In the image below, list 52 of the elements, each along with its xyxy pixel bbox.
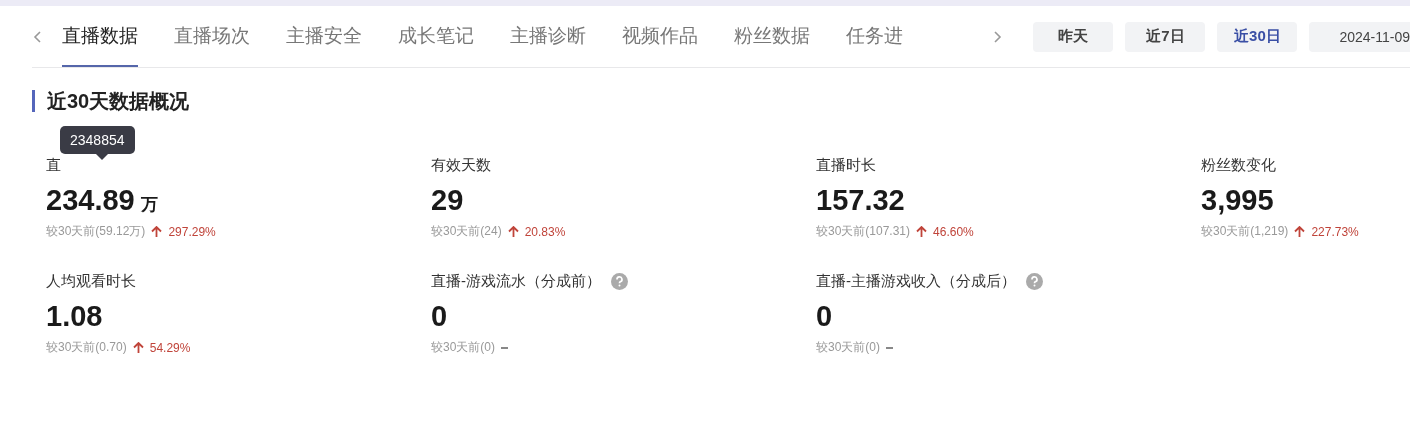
range-button[interactable]: 近7日	[1125, 21, 1206, 52]
chevron-right-icon[interactable]	[991, 28, 1004, 45]
metric-value: 1.08	[46, 300, 103, 333]
range-button[interactable]: 近30日	[1217, 21, 1298, 52]
change-percent: 46.60%	[933, 224, 974, 239]
change-percent: 227.73%	[1311, 224, 1359, 239]
metric-value: 157.32	[816, 184, 905, 217]
tab[interactable]: 成长笔记	[398, 6, 474, 67]
tab[interactable]: 主播安全	[286, 6, 362, 67]
arrow-up-icon	[132, 341, 144, 354]
metric-label: 直播时长	[816, 155, 876, 175]
tab[interactable]: 视频作品	[622, 6, 698, 67]
no-change-dash	[886, 346, 893, 349]
metric-label: 直播-主播游戏收入（分成后）	[816, 271, 1016, 291]
change-percent: 54.29%	[149, 340, 191, 355]
change-percent: 20.83%	[524, 224, 566, 239]
metric-value: 234.89	[46, 184, 135, 217]
metric-value: 29	[431, 184, 464, 217]
compare-text: 较30天前(59.12万)	[46, 223, 146, 240]
change-percent: 297.29%	[168, 224, 216, 239]
metric-label: 人均观看时长	[46, 271, 136, 291]
metric-label: 直播-游戏流水（分成前）	[431, 271, 601, 291]
help-icon[interactable]	[1026, 272, 1043, 290]
section-title: 近30天数据概况	[32, 90, 190, 112]
metric-label: 有效天数	[431, 155, 491, 175]
arrow-up-icon	[507, 225, 519, 238]
arrow-up-icon	[1294, 225, 1306, 238]
metric-value: 0	[431, 300, 448, 333]
tab[interactable]: 主播诊断	[510, 6, 586, 67]
no-change-dash	[501, 346, 508, 349]
compare-text: 较30天前(0.70)	[46, 339, 127, 356]
arrow-up-icon	[916, 225, 928, 238]
compare-text: 较30天前(0)	[816, 339, 880, 356]
chevron-left-icon[interactable]	[32, 28, 44, 45]
help-icon[interactable]	[611, 272, 628, 290]
tab[interactable]: 直播场次	[174, 6, 250, 67]
compare-text: 较30天前(0)	[431, 339, 495, 356]
range-button[interactable]: 昨天	[1033, 21, 1114, 52]
value-tooltip: 2348854	[60, 126, 135, 160]
tab[interactable]: 粉丝数据	[734, 6, 810, 67]
tab[interactable]: 任务进	[846, 6, 903, 67]
compare-text: 较30天前(107.31)	[816, 223, 911, 240]
compare-text: 较30天前(1,219)	[1201, 223, 1289, 240]
tab[interactable]: 直播数据	[62, 6, 138, 67]
metric-value: 0	[816, 300, 833, 333]
date-field[interactable]: 2024-11-09	[1309, 21, 1410, 52]
metric-label: 粉丝数变化	[1201, 155, 1276, 175]
metric-value: 3,995	[1201, 184, 1274, 217]
arrow-up-icon	[151, 225, 163, 238]
metric-label: 直	[46, 155, 61, 175]
metric-unit: 万	[140, 194, 158, 216]
compare-text: 较30天前(24)	[431, 223, 502, 240]
